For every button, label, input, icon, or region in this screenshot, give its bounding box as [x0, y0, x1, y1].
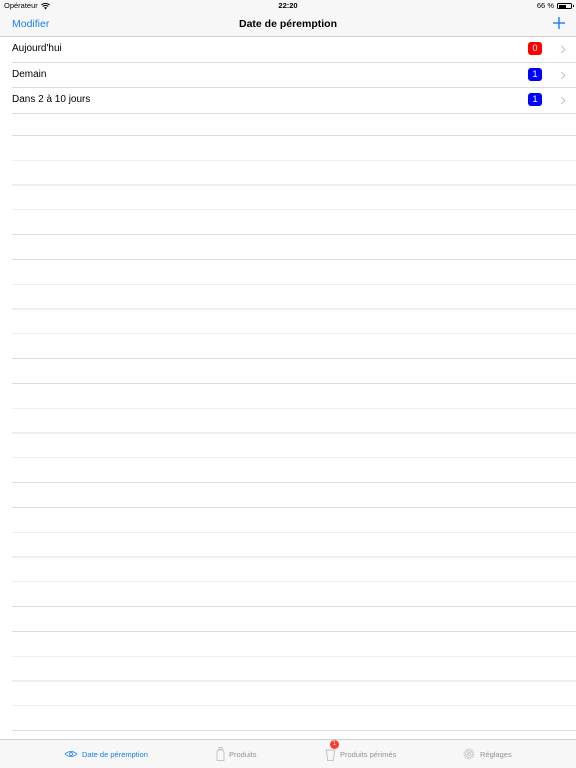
add-button[interactable]: [552, 16, 566, 30]
status-time: 22:20: [278, 1, 298, 10]
count-badge: 0: [528, 42, 542, 55]
chevron-right-icon: [560, 96, 566, 105]
chevron-right-icon: [560, 71, 566, 79]
tab-settings[interactable]: Réglages: [462, 740, 512, 768]
count-badge: 1: [528, 93, 542, 106]
plus-icon: [553, 17, 565, 29]
battery-percent: 66 %: [536, 1, 554, 10]
list-item-label: Aujourd'hui: [12, 43, 62, 54]
list-item-label: Demain: [12, 68, 47, 80]
count-badge: 1: [528, 67, 542, 81]
tab-label: Réglages: [480, 749, 512, 759]
tab-products[interactable]: Produits: [216, 740, 257, 768]
page-title: Date de péremption: [238, 18, 338, 30]
tab-expired-products[interactable]: 1 Produits périmés: [325, 740, 396, 768]
status-right: 66 %: [536, 0, 574, 12]
navigation-bar: Modifier Date de péremption: [0, 12, 576, 37]
trash-bottle-icon: 1: [325, 740, 339, 761]
list-item-today[interactable]: Aujourd'hui 0: [12, 37, 576, 63]
tab-label: Produits: [229, 749, 257, 759]
tab-label: Date de péremption: [82, 749, 148, 759]
list-item-label: Dans 2 à 10 jours: [12, 94, 91, 105]
gear-icon: [462, 747, 476, 761]
tab-expiry-date[interactable]: Date de péremption: [64, 740, 148, 768]
expiry-list: Aujourd'hui 0 Demain 1 Dans 2 à 10 jours…: [0, 37, 576, 114]
tab-bar: Date de péremption Produits 1 Produits p…: [0, 739, 576, 768]
list-item-tomorrow[interactable]: Demain 1: [12, 63, 576, 88]
tab-label: Produits périmés: [340, 749, 397, 759]
chevron-right-icon: [560, 45, 566, 54]
app-screen: Opérateur 22:20 66 % Modifier Date de pé…: [0, 0, 576, 768]
tab-badge: 1: [330, 740, 339, 749]
empty-table-separators: [12, 111, 576, 736]
bottle-icon: [216, 747, 225, 761]
eye-icon: [64, 750, 78, 758]
battery-icon: [557, 3, 574, 9]
list-item-2-to-10-days[interactable]: Dans 2 à 10 jours 1: [12, 88, 576, 114]
battery-fill: [558, 4, 567, 8]
status-bar: Opérateur 22:20 66 %: [0, 0, 576, 12]
